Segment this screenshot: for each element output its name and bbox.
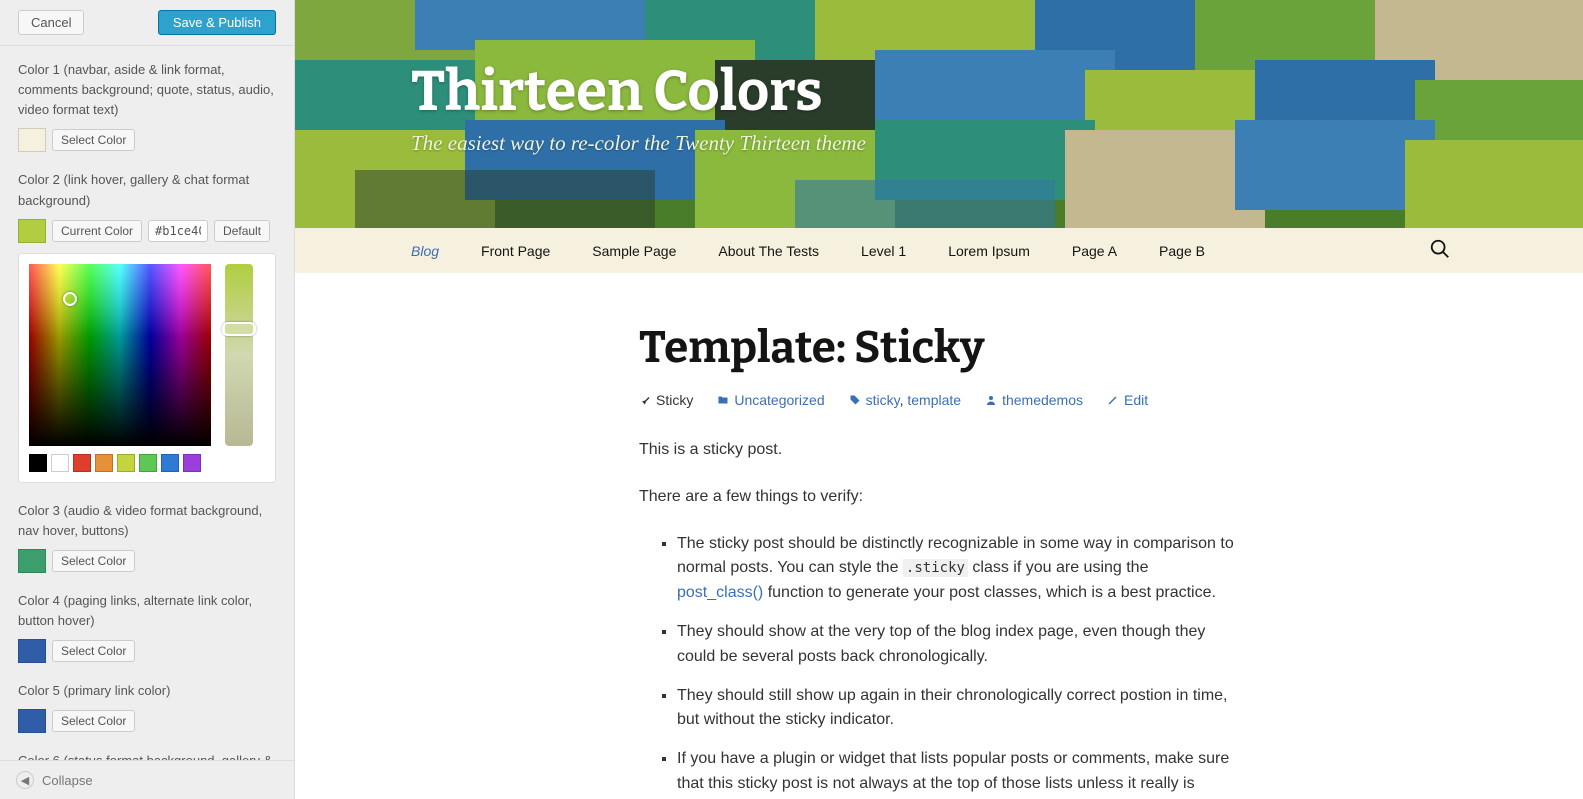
preset-white[interactable] (51, 454, 69, 472)
preset-green[interactable] (139, 454, 157, 472)
color-4-label: Color 4 (paging links, alternate link co… (18, 591, 276, 631)
meta-sticky: Sticky (639, 392, 693, 408)
post-content: Template: Sticky Sticky Uncategorized st… (619, 321, 1259, 799)
color-section-5: Color 5 (primary link color) Select Colo… (18, 681, 276, 733)
nav-front-page[interactable]: Front Page (481, 243, 550, 259)
post-title[interactable]: Template: Sticky (639, 321, 1239, 374)
preview-pane[interactable]: Thirteen Colors The easiest way to re-co… (295, 0, 1583, 799)
nav-page-a[interactable]: Page A (1072, 243, 1117, 259)
color-4-select-button[interactable]: Select Color (52, 640, 135, 662)
post-meta: Sticky Uncategorized sticky, template th… (639, 392, 1239, 408)
color-3-swatch (18, 549, 46, 573)
site-tagline: The easiest way to re-color the Twenty T… (411, 131, 1583, 156)
color-2-default-button[interactable]: Default (214, 220, 270, 242)
post-p2: There are a few things to verify: (639, 485, 1239, 510)
preset-purple[interactable] (183, 454, 201, 472)
search-icon[interactable] (1429, 238, 1451, 260)
collapse-label: Collapse (42, 773, 93, 788)
color-picker-panel (18, 253, 276, 483)
color-section-2: Color 2 (link hover, gallery & chat form… (18, 170, 276, 482)
color-5-label: Color 5 (primary link color) (18, 681, 276, 701)
color-6-label: Color 6 (status format background, galle… (18, 751, 276, 760)
color-4-swatch (18, 639, 46, 663)
cancel-button[interactable]: Cancel (18, 10, 84, 35)
color-2-swatch (18, 219, 46, 243)
pencil-icon (1107, 394, 1119, 406)
meta-edit[interactable]: Edit (1107, 392, 1148, 408)
color-2-label: Color 2 (link hover, gallery & chat form… (18, 170, 276, 210)
list-item: They should still show up again in their… (677, 684, 1239, 734)
sidebar-body[interactable]: Color 1 (navbar, aside & link format, co… (0, 46, 294, 760)
hue-slider[interactable] (225, 264, 253, 446)
meta-category[interactable]: Uncategorized (717, 392, 824, 408)
folder-icon (717, 394, 729, 406)
color-section-3: Color 3 (audio & video format background… (18, 501, 276, 573)
nav-lorem-ipsum[interactable]: Lorem Ipsum (948, 243, 1030, 259)
color-1-select-button[interactable]: Select Color (52, 129, 135, 151)
nav-level-1[interactable]: Level 1 (861, 243, 906, 259)
color-1-swatch (18, 128, 46, 152)
preset-yellowgreen[interactable] (117, 454, 135, 472)
color-picker-cursor[interactable] (63, 292, 77, 306)
collapse-toggle[interactable]: ◀ Collapse (0, 760, 294, 799)
nav-page-b[interactable]: Page B (1159, 243, 1205, 259)
color-3-label: Color 3 (audio & video format background… (18, 501, 276, 541)
color-section-1: Color 1 (navbar, aside & link format, co… (18, 60, 276, 152)
site-header: Thirteen Colors The easiest way to re-co… (295, 0, 1583, 228)
link-post-class[interactable]: post_class() (677, 584, 763, 601)
customizer-sidebar: Cancel Save & Publish Color 1 (navbar, a… (0, 0, 295, 799)
preset-red[interactable] (73, 454, 91, 472)
site-title[interactable]: Thirteen Colors (411, 58, 1583, 125)
color-3-select-button[interactable]: Select Color (52, 550, 135, 572)
preset-orange[interactable] (95, 454, 113, 472)
color-5-select-button[interactable]: Select Color (52, 710, 135, 732)
list-item: The sticky post should be distinctly rec… (677, 532, 1239, 606)
color-2-current-button[interactable]: Current Color (52, 220, 142, 242)
code-sticky: .sticky (903, 559, 968, 577)
post-p1: This is a sticky post. (639, 438, 1239, 463)
preset-blue[interactable] (161, 454, 179, 472)
list-item: They should show at the very top of the … (677, 620, 1239, 670)
nav-about-tests[interactable]: About The Tests (718, 243, 819, 259)
preset-black[interactable] (29, 454, 47, 472)
meta-tags[interactable]: sticky, template (849, 392, 961, 408)
person-icon (985, 394, 997, 406)
post-list: The sticky post should be distinctly rec… (639, 532, 1239, 799)
primary-navigation: Blog Front Page Sample Page About The Te… (295, 228, 1583, 273)
tag-icon (849, 394, 861, 406)
color-5-swatch (18, 709, 46, 733)
list-item: If you have a plugin or widget that list… (677, 747, 1239, 799)
color-picker-area[interactable] (29, 264, 211, 446)
color-1-label: Color 1 (navbar, aside & link format, co… (18, 60, 276, 120)
save-publish-button[interactable]: Save & Publish (158, 10, 276, 35)
post-body: This is a sticky post. There are a few t… (639, 438, 1239, 799)
nav-sample-page[interactable]: Sample Page (592, 243, 676, 259)
color-section-4: Color 4 (paging links, alternate link co… (18, 591, 276, 663)
sidebar-header: Cancel Save & Publish (0, 0, 294, 46)
color-2-hex-input[interactable] (148, 220, 208, 242)
nav-blog[interactable]: Blog (411, 243, 439, 259)
collapse-icon: ◀ (16, 771, 34, 789)
color-section-6: Color 6 (status format background, galle… (18, 751, 276, 760)
meta-author[interactable]: themedemos (985, 392, 1083, 408)
pin-icon (639, 394, 651, 406)
hue-slider-handle[interactable] (222, 322, 256, 336)
preset-colors-row (29, 454, 265, 472)
